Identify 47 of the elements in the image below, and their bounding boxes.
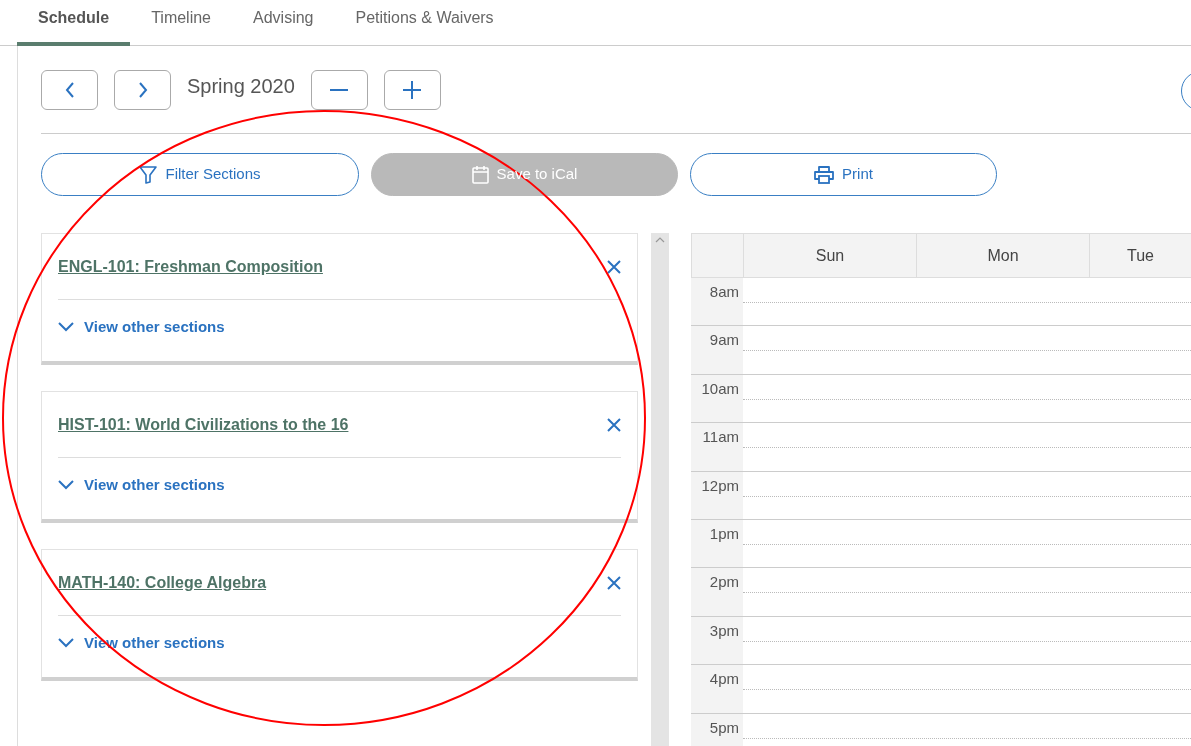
close-icon — [607, 259, 621, 274]
tab[interactable]: Timeline — [130, 0, 232, 46]
calendar-icon — [471, 165, 489, 184]
course-link[interactable]: HIST-101: World Civilizations to the 16 — [58, 412, 349, 437]
hour-label: 12pm — [691, 471, 743, 519]
chevron-down-icon — [58, 322, 74, 333]
remove-button[interactable] — [607, 259, 621, 274]
hour-label: 1pm — [691, 519, 743, 568]
next-button[interactable] — [114, 69, 171, 110]
day-heading: Tue — [1126, 245, 1155, 266]
term-label: Spring 2020 — [187, 73, 295, 99]
chevron-down-icon — [58, 480, 74, 491]
remove-term-button[interactable] — [310, 69, 368, 110]
caret-up-icon — [655, 237, 665, 243]
funnel-icon — [139, 165, 158, 184]
day-heading: Mon — [917, 234, 1090, 277]
course-link[interactable]: MATH-140: College Algebra — [58, 570, 267, 595]
hour-label: 9am — [691, 326, 743, 374]
day-heading: Sun — [744, 234, 917, 277]
remove-button[interactable] — [607, 575, 621, 590]
printer-icon — [814, 165, 835, 184]
tab[interactable]: Petitions & Waivers — [334, 0, 515, 46]
hour-label: 5pm — [691, 713, 743, 746]
chevron-down-icon — [58, 638, 74, 649]
plus-icon — [403, 80, 422, 99]
hour-label: 10am — [691, 374, 743, 423]
hour-label: 2pm — [691, 568, 743, 616]
hour-label: 8am — [691, 278, 743, 326]
remove-button[interactable] — [607, 417, 621, 432]
previous-button[interactable] — [41, 69, 98, 110]
action-button[interactable]: Print — [690, 153, 997, 196]
chevron-right-icon — [137, 81, 148, 98]
close-icon — [607, 417, 621, 432]
view-sections-toggle[interactable]: View other sections — [58, 316, 225, 339]
tab[interactable]: Schedule — [17, 0, 131, 46]
scrollbar[interactable] — [651, 233, 669, 746]
hour-label: 11am — [691, 423, 743, 471]
minus-icon — [330, 87, 349, 92]
chevron-left-icon — [64, 81, 75, 98]
hour-label: 4pm — [691, 665, 743, 713]
add-term-button[interactable] — [383, 69, 441, 110]
hour-label: 3pm — [691, 616, 743, 665]
tab[interactable]: Advising — [232, 0, 335, 46]
course-link[interactable]: ENGL-101: Freshman Composition — [58, 254, 323, 279]
close-icon — [607, 575, 621, 590]
action-button[interactable]: Filter Sections — [41, 153, 359, 196]
view-sections-toggle[interactable]: View other sections — [58, 474, 225, 497]
